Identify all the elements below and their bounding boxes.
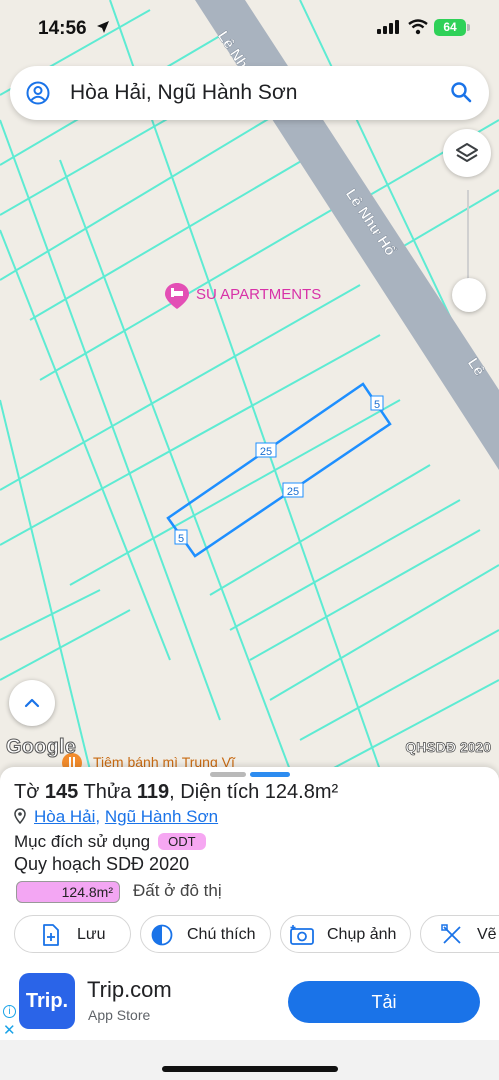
dim-long-top: 25 — [260, 446, 272, 458]
ward-link[interactable]: Hòa Hải — [34, 807, 95, 826]
ad-info-icon[interactable]: i — [3, 1005, 16, 1018]
camera-icon — [290, 925, 314, 945]
purpose-code-badge: ODT — [158, 833, 206, 850]
hotel-icon[interactable] — [164, 282, 190, 310]
google-logo: Google — [5, 736, 77, 759]
parcel-title: Tờ 145 Thửa 119, Diện tích 124.8m² — [14, 781, 339, 803]
search-bar[interactable]: Hòa Hải, Ngũ Hành Sơn — [10, 66, 489, 120]
wifi-icon — [408, 19, 428, 35]
dim-long-bottom: 25 — [287, 486, 299, 498]
sheet-page-indicator — [250, 772, 290, 777]
map-pin-icon — [14, 808, 26, 824]
chevron-up-icon — [24, 698, 40, 708]
home-indicator[interactable] — [162, 1066, 338, 1072]
land-use-purpose: Mục đích sử dụng ODT — [14, 832, 206, 852]
battery-icon: 64 — [434, 19, 466, 36]
legend-button[interactable]: Chú thích — [140, 915, 271, 953]
home-indicator-area — [0, 1040, 499, 1080]
ad-banner[interactable]: i ✕ Trip. Trip.com App Store Tải — [0, 963, 499, 1040]
location-arrow-icon — [97, 21, 109, 33]
district-link[interactable]: Ngũ Hành Sơn — [105, 807, 218, 826]
layers-icon — [456, 143, 478, 162]
ad-close-icon[interactable]: ✕ — [3, 1021, 16, 1039]
capture-photo-button[interactable]: Chụp ảnh — [280, 915, 411, 953]
save-button[interactable]: Lưu — [14, 915, 131, 953]
battery-cap — [467, 24, 470, 31]
opacity-slider-track[interactable] — [467, 190, 469, 290]
area-description: Đất ở đô thị — [133, 881, 222, 900]
dim-short-left: 5 — [178, 533, 184, 545]
account-icon[interactable] — [26, 81, 50, 105]
ad-app-name[interactable]: Trip.com — [87, 977, 172, 1003]
pencil-ruler-icon — [441, 924, 461, 944]
layer-label: QHSDĐ 2020 — [405, 739, 491, 756]
battery-level: 64 — [443, 20, 457, 34]
area-value-badge: 124.8m² — [16, 881, 120, 903]
selected-parcel — [166, 382, 392, 558]
sheet-handle[interactable] — [210, 772, 246, 777]
draw-button[interactable]: Vẽ — [420, 915, 499, 953]
ad-app-logo[interactable]: Trip. — [19, 973, 75, 1029]
status-time: 14:56 — [38, 18, 87, 39]
contrast-icon — [151, 924, 173, 946]
file-add-icon — [43, 924, 59, 946]
ad-store: App Store — [88, 1007, 151, 1023]
search-text[interactable]: Hòa Hải, Ngũ Hành Sơn — [70, 81, 297, 105]
expand-up-button[interactable] — [9, 680, 55, 726]
parcel-address: Hòa Hải, Ngũ Hành Sơn — [14, 807, 218, 827]
poi-su-apartments[interactable]: SU APARTMENTS — [196, 286, 321, 303]
search-icon[interactable] — [450, 81, 472, 103]
screen: 25 25 5 5 Lê Như Lê Như Hổ Lê SU APARTME… — [0, 0, 499, 1080]
plan-label: Quy hoạch SDĐ 2020 — [14, 854, 190, 874]
status-bar: 14:56 64 — [0, 0, 499, 56]
layers-button[interactable] — [443, 129, 491, 177]
ad-install-button[interactable]: Tải — [288, 981, 480, 1023]
opacity-slider-knob[interactable] — [452, 278, 486, 312]
dim-short-right: 5 — [374, 399, 380, 411]
cellular-signal-icon — [377, 20, 399, 34]
